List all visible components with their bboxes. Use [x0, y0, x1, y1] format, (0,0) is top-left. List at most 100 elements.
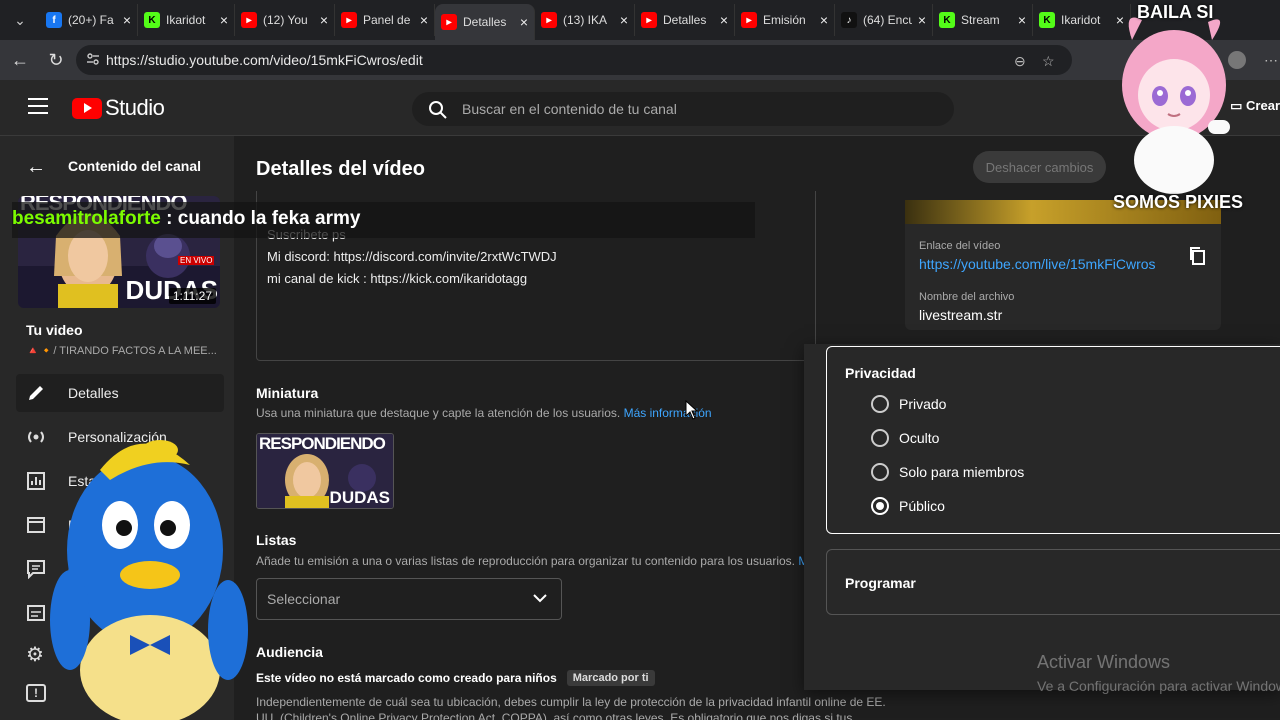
playlist-select[interactable]: Seleccionar	[256, 578, 562, 620]
browser-tab[interactable]: f (20+) Fa ×	[40, 4, 138, 36]
thumbnail-option[interactable]: RESPONDIENDO DUDAS	[256, 433, 394, 509]
browser-tab[interactable]: K Ikaridot ×	[138, 4, 235, 36]
kick-icon: K	[1039, 12, 1055, 28]
youtube-logo-icon	[72, 97, 102, 119]
close-tab-icon[interactable]: ×	[1018, 12, 1026, 28]
privacy-option[interactable]: Oculto	[871, 429, 939, 447]
menu-icon[interactable]	[28, 98, 48, 114]
close-tab-icon[interactable]: ×	[820, 12, 828, 28]
tab-title: (64) Encu	[863, 13, 912, 27]
privacy-option-label: Solo para miembros	[899, 464, 1025, 480]
close-tab-icon[interactable]: ×	[918, 12, 926, 28]
radio-checked-icon[interactable]	[871, 497, 889, 515]
tab-title: Detalles	[663, 13, 707, 27]
close-tab-icon[interactable]: ×	[220, 12, 228, 28]
browser-tab[interactable]: ▸ Detalles ×	[635, 4, 735, 36]
site-info-icon[interactable]	[86, 52, 100, 66]
schedule-title: Programar	[845, 575, 916, 591]
kick-icon: K	[939, 12, 955, 28]
lists-heading: Listas	[256, 532, 297, 548]
tab-title: (12) You	[263, 13, 308, 27]
tab-title: Emisión	[763, 13, 806, 27]
chat-username: besamitrolaforte	[12, 208, 161, 229]
privacy-panel: Privacidad Privado Oculto Solo para miembr…	[804, 344, 1280, 690]
video-info-card: Enlace del vídeo https://youtube.com/liv…	[905, 200, 1221, 330]
sidebar-item-label: Detalles	[68, 385, 119, 401]
privacy-option[interactable]: Solo para miembros	[871, 463, 1024, 481]
thumbnail-subtitle: Usa una miniatura que destaque y capte l…	[256, 406, 712, 420]
file-name-label: Nombre del archivo	[919, 291, 1015, 303]
schedule-box[interactable]: Programar	[826, 549, 1280, 615]
lists-subtitle: Añade tu emisión a una o varias listas d…	[256, 554, 821, 568]
penguin-character-overlay	[50, 440, 248, 720]
audience-heading: Audiencia	[256, 644, 323, 660]
privacy-option[interactable]: Privado	[871, 395, 946, 413]
url-text: https://studio.youtube.com/video/15mkFiC…	[106, 52, 423, 68]
video-link[interactable]: https://youtube.com/live/15mkFiCwros	[919, 256, 1156, 272]
copy-icon[interactable]	[1188, 246, 1206, 266]
browser-tab[interactable]: ▸ (12) You ×	[235, 4, 335, 36]
browser-tab[interactable]: ▸ Detalles ×	[435, 4, 535, 40]
back-button[interactable]: ←	[2, 50, 38, 71]
youtube-icon: ▸	[641, 12, 657, 28]
settings-icon[interactable]: ⚙	[26, 642, 44, 667]
undo-changes-button[interactable]: Deshacer cambios	[973, 151, 1106, 183]
radio-unchecked-icon[interactable]	[871, 395, 889, 413]
more-menu-icon[interactable]: ⋯	[1264, 52, 1278, 69]
live-badge: EN VIVO	[178, 256, 215, 265]
address-toolbar: ← ↻ https://studio.youtube.com/video/15m…	[0, 40, 1280, 106]
tab-title: Ikaridot	[1061, 13, 1101, 27]
reload-button[interactable]: ↻	[38, 50, 74, 71]
privacy-option-label: Privado	[899, 396, 947, 412]
browser-tab[interactable]: ▸ (13) IKA ×	[535, 4, 635, 36]
privacy-option[interactable]: Público	[871, 497, 945, 515]
chevron-down-icon: ⌄	[14, 11, 26, 28]
youtube-icon: ▸	[341, 12, 357, 28]
browser-tab[interactable]: ♪ (64) Encu ×	[835, 4, 933, 36]
anime-character-overlay	[1122, 17, 1230, 194]
audience-status: Este vídeo no está marcado como creado p…	[256, 670, 655, 686]
tab-title: (13) IKA	[563, 13, 608, 27]
close-tab-icon[interactable]: ×	[520, 14, 528, 30]
browser-tab[interactable]: K Stream ×	[933, 4, 1033, 36]
privacy-box: Privacidad Privado Oculto Solo para miembr…	[826, 346, 1280, 534]
close-tab-icon[interactable]: ×	[420, 12, 428, 28]
file-name: livestream.str	[919, 307, 1003, 323]
close-tab-icon[interactable]: ×	[123, 12, 131, 28]
channel-content-link[interactable]: Contenido del canal	[68, 158, 201, 174]
tiktok-icon: ♪	[841, 12, 857, 28]
browser-tab[interactable]: ▸ Panel de ×	[335, 4, 435, 36]
channel-search-input[interactable]: Buscar en el contenido de tu canal	[412, 92, 954, 126]
url-bar[interactable]: https://studio.youtube.com/video/15mkFiC…	[76, 45, 1072, 75]
tab-title: Detalles	[463, 15, 507, 29]
privacy-title: Privacidad	[845, 365, 916, 381]
feedback-icon[interactable]: !	[26, 684, 46, 702]
pencil-icon	[16, 383, 56, 403]
search-icon	[429, 101, 447, 119]
arrow-left-icon[interactable]: ←	[26, 156, 46, 179]
kick-icon: K	[144, 12, 160, 28]
radio-unchecked-icon[interactable]	[871, 463, 889, 481]
sidebar-item[interactable]: Detalles	[16, 374, 224, 412]
zoom-icon[interactable]: ⊖	[1014, 53, 1026, 70]
youtube-icon: ▸	[241, 12, 257, 28]
close-tab-icon[interactable]: ×	[720, 12, 728, 28]
video-duration: 1:11:27	[168, 288, 216, 304]
page-title: Detalles del vídeo	[256, 158, 425, 180]
tab-title: Ikaridot	[166, 13, 206, 27]
close-tab-icon[interactable]: ×	[320, 12, 328, 28]
privacy-option-label: Público	[899, 498, 945, 514]
overlay-top-text: BAILA SI	[1137, 2, 1214, 22]
radio-unchecked-icon[interactable]	[871, 429, 889, 447]
close-tab-icon[interactable]: ×	[620, 12, 628, 28]
tab-title: Panel de	[363, 13, 411, 27]
marked-by-you-badge: Marcado por ti	[566, 670, 655, 686]
privacy-option-label: Oculto	[899, 430, 940, 446]
youtube-icon: ▸	[541, 12, 557, 28]
youtube-studio-icon: ▸	[441, 14, 457, 30]
tab-search-button[interactable]: ⌄	[0, 0, 40, 40]
bookmark-star-icon[interactable]: ☆	[1042, 53, 1055, 70]
browser-tab[interactable]: ▸ Emisión ×	[735, 4, 835, 36]
studio-logo[interactable]: Studio	[72, 95, 165, 121]
studio-header: Studio Buscar en el contenido de tu cana…	[0, 80, 1280, 136]
